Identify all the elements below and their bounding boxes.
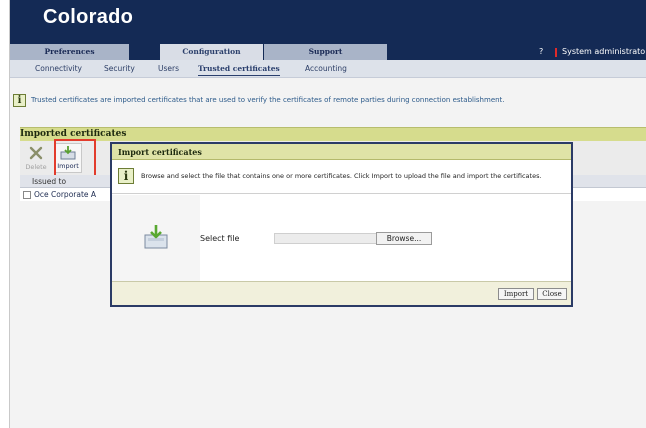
main-tab-bar: Preferences Configuration Support — [10, 44, 646, 60]
subtab-accounting[interactable]: Accounting — [305, 60, 347, 78]
dialog-info-text: Browse and select the file that contains… — [141, 172, 542, 180]
subtab-users[interactable]: Users — [158, 60, 179, 78]
dialog-info-bar: i Browse and select the file that contai… — [112, 160, 571, 194]
sub-tab-bar: Connectivity Security Users Trusted cert… — [10, 60, 646, 78]
browse-button[interactable]: Browse... — [376, 232, 432, 245]
tab-support[interactable]: Support — [264, 44, 388, 60]
row-checkbox[interactable] — [23, 191, 31, 199]
help-link[interactable]: ? — [539, 44, 543, 60]
delete-label: Delete — [25, 163, 47, 171]
subtab-trusted-certificates-label: Trusted certificates — [198, 64, 280, 73]
user-menu[interactable]: System administrato — [562, 44, 645, 60]
issued-to-cell: Oce Corporate A — [34, 190, 97, 199]
dialog-body: Select file Browse... — [200, 195, 571, 281]
app-window: Colorado Preferences Configuration Suppo… — [9, 0, 646, 428]
subtab-trusted-certificates[interactable]: Trusted certificates — [198, 60, 280, 78]
tab-preferences[interactable]: Preferences — [10, 44, 130, 60]
subtab-connectivity[interactable]: Connectivity — [35, 60, 82, 78]
user-status-marker — [555, 48, 557, 57]
close-button[interactable]: Close — [537, 288, 567, 300]
info-icon: i — [13, 94, 26, 107]
imported-certificates-header: Imported certificates — [20, 127, 646, 141]
import-submit-button[interactable]: Import — [498, 288, 534, 300]
app-title: Colorado — [43, 6, 134, 28]
subtab-security[interactable]: Security — [104, 60, 135, 78]
import-certificates-dialog: Import certificates i Browse and select … — [110, 142, 573, 307]
dialog-footer: Import Close — [112, 281, 571, 305]
import-file-icon — [144, 225, 168, 249]
file-path-field[interactable] — [274, 233, 377, 244]
dialog-info-icon: i — [118, 168, 134, 184]
dialog-titlebar: Import certificates — [112, 144, 571, 160]
page-info-text: Trusted certificates are imported certif… — [31, 96, 505, 104]
select-file-label: Select file — [200, 234, 240, 243]
dialog-title: Import certificates — [118, 147, 202, 157]
delete-icon — [29, 146, 43, 160]
delete-button[interactable]: Delete — [22, 143, 50, 173]
active-tab-underline — [198, 75, 280, 76]
panel-title: Imported certificates — [20, 129, 127, 139]
dialog-icon-column — [112, 195, 200, 281]
column-issued-to[interactable]: Issued to — [32, 177, 66, 186]
app-header: Colorado — [10, 0, 646, 44]
import-button-highlight — [54, 139, 96, 177]
tab-configuration[interactable]: Configuration — [160, 44, 264, 60]
